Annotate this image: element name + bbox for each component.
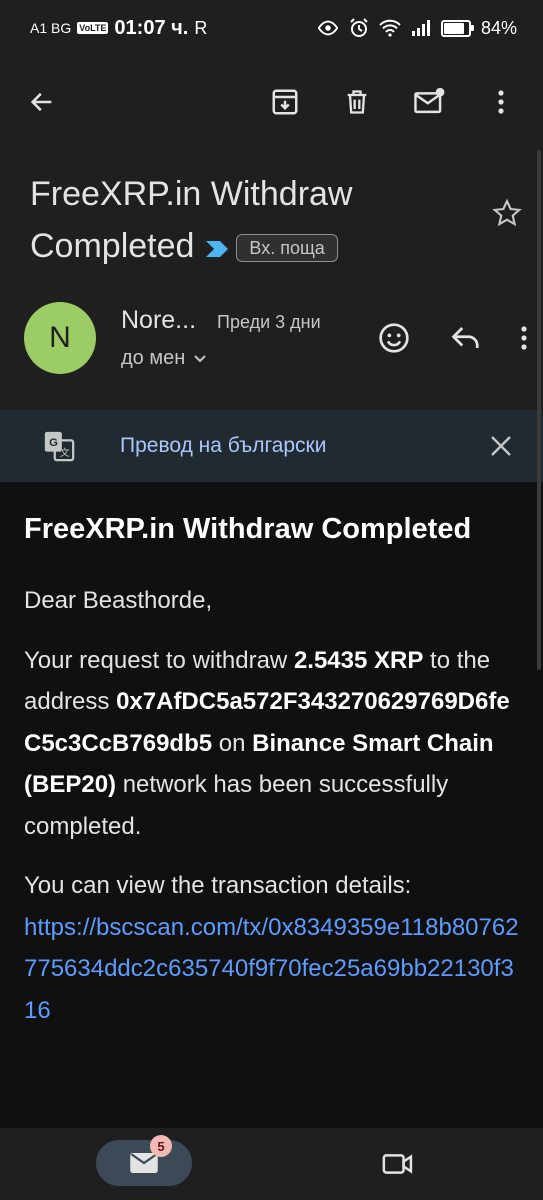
- volte-badge: VoLTE: [77, 22, 109, 34]
- email-toolbar: [0, 70, 543, 134]
- add-reaction-button[interactable]: [370, 314, 418, 362]
- wifi-icon: [379, 19, 401, 37]
- message-more-button[interactable]: [514, 314, 534, 362]
- body-heading: FreeXRP.in Withdraw Completed: [24, 513, 472, 545]
- trash-icon: [347, 90, 367, 114]
- svg-text:文: 文: [60, 446, 70, 459]
- sender-actions: [370, 314, 534, 362]
- nav-mail-tab[interactable]: 5: [96, 1135, 192, 1186]
- status-bar-right: 84%: [317, 18, 517, 39]
- translate-link[interactable]: Превод на български: [120, 434, 481, 458]
- sender-name[interactable]: Nore...: [121, 306, 196, 335]
- email-timestamp: Преди 3 дни: [217, 312, 321, 332]
- more-options-button[interactable]: [477, 78, 525, 126]
- delete-button[interactable]: [333, 78, 381, 126]
- reply-button[interactable]: [442, 314, 490, 362]
- emoji-icon: [379, 323, 409, 353]
- close-icon: [491, 436, 511, 456]
- unread-badge: 5: [150, 1135, 172, 1157]
- video-camera-icon: [382, 1154, 413, 1174]
- withdraw-amount: 2.5435 XRP: [293, 646, 424, 674]
- back-arrow-icon: [30, 92, 52, 112]
- status-bar-left: A1 BG VoLTE 01:07 ч. R: [30, 17, 207, 40]
- carrier-label: A1 BG: [30, 20, 72, 36]
- close-translate-button[interactable]: [481, 426, 521, 466]
- signal-icon: [411, 20, 430, 36]
- translate-bar: G文 Превод на български: [0, 410, 543, 482]
- star-icon: [492, 198, 522, 227]
- transaction-link[interactable]: https://bscscan.com/tx/0x8349359e118b807…: [24, 914, 519, 1024]
- text-segment: Your request to withdraw: [24, 646, 294, 674]
- status-bar: A1 BG VoLTE 01:07 ч. R 84%: [0, 0, 543, 56]
- archive-button[interactable]: [261, 78, 309, 126]
- back-button[interactable]: [18, 78, 66, 126]
- more-vert-icon: [498, 90, 504, 114]
- translate-icon: G文: [44, 431, 75, 462]
- eye-icon: [317, 20, 339, 36]
- star-button[interactable]: [484, 190, 530, 236]
- email-body: FreeXRP.in Withdraw Completed Dear Beast…: [0, 482, 543, 1128]
- chevron-down-icon: [194, 354, 206, 362]
- svg-text:G: G: [49, 437, 58, 449]
- recipient-label: до мен: [121, 347, 186, 369]
- avatar[interactable]: N: [24, 302, 96, 374]
- alarm-icon: [350, 18, 368, 37]
- text-segment: You can view the transaction details:: [24, 872, 412, 899]
- email-subject: FreeXRP.in Withdraw Completed Вх. поща: [30, 168, 490, 274]
- battery-icon: [440, 19, 474, 37]
- recipient-details-toggle[interactable]: до мен: [121, 347, 207, 370]
- mark-unread-button[interactable]: [405, 78, 453, 126]
- archive-icon: [272, 89, 298, 115]
- sender-row: N Nore... Преди 3 дни до мен: [24, 302, 534, 378]
- roaming-indicator: R: [194, 17, 208, 38]
- nav-meet-tab[interactable]: [374, 1144, 422, 1184]
- battery-percent: 84%: [480, 17, 517, 38]
- importance-marker-icon[interactable]: [204, 222, 230, 274]
- more-vert-icon: [521, 326, 527, 350]
- body-greeting: Dear Beasthorde,: [24, 587, 213, 614]
- scrollbar[interactable]: [537, 150, 541, 670]
- inbox-label-chip[interactable]: Вх. поща: [236, 234, 338, 263]
- reply-icon: [451, 327, 479, 348]
- body-paragraph-details: You can view the transaction details: htt…: [24, 865, 519, 1031]
- bottom-navigation: 5: [0, 1128, 543, 1200]
- text-segment: on: [212, 729, 253, 757]
- mail-unread-icon: [414, 87, 445, 114]
- clock: 01:07 ч.: [114, 16, 189, 39]
- body-paragraph-withdraw: Your request to withdraw 2.5435 XRP to t…: [24, 640, 519, 848]
